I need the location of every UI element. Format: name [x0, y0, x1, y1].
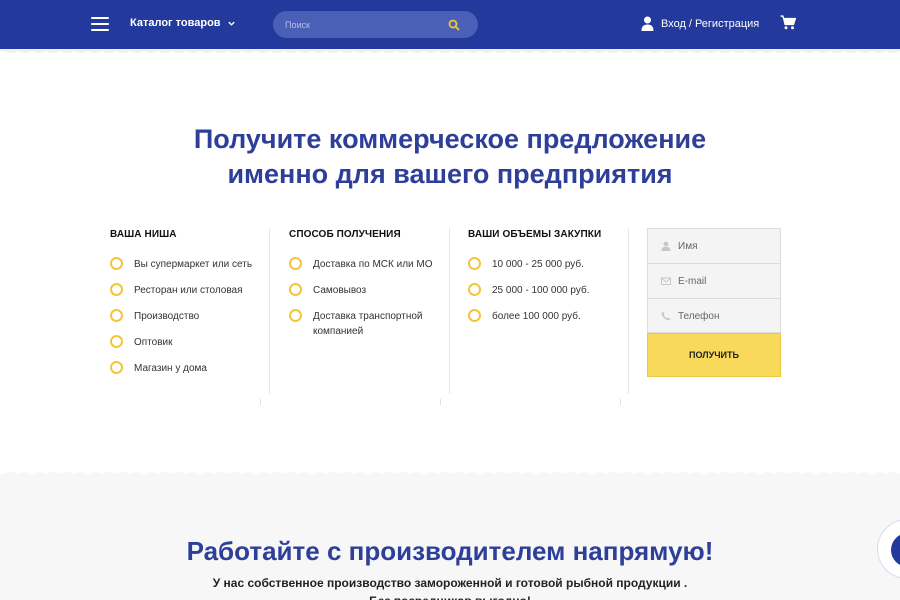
- register-label[interactable]: Регистрация: [695, 18, 759, 30]
- radio-icon[interactable]: [110, 335, 123, 348]
- phone-icon: [891, 533, 900, 567]
- radio-option[interactable]: более 100 000 руб.: [468, 309, 628, 324]
- chevron-down-icon: [227, 21, 235, 26]
- radio-icon[interactable]: [468, 257, 481, 270]
- search-icon[interactable]: [448, 19, 460, 31]
- hamburger-icon[interactable]: [91, 17, 109, 31]
- wave-divider: [0, 472, 900, 477]
- email-input[interactable]: [678, 264, 778, 298]
- radio-option[interactable]: Производство: [110, 309, 270, 324]
- producer-subtitle-2: Без посредников выгодно!: [0, 592, 900, 600]
- phone-input[interactable]: [678, 299, 778, 333]
- option-label: Оптовик: [134, 337, 173, 348]
- radio-icon[interactable]: [110, 361, 123, 374]
- phone-icon: [661, 311, 671, 321]
- login-separator: /: [688, 17, 692, 30]
- option-label: более 100 000 руб.: [492, 311, 581, 322]
- radio-icon[interactable]: [110, 283, 123, 296]
- catalog-menu-button[interactable]: Каталог товаров: [130, 17, 236, 29]
- radio-option[interactable]: Магазин у дома: [110, 361, 270, 376]
- radio-icon[interactable]: [289, 257, 302, 270]
- option-label: Доставка по МСК или МО: [313, 259, 433, 270]
- user-icon: [661, 241, 671, 251]
- name-field-wrap: [647, 228, 781, 263]
- niche-column: Ваша ниша Вы супермаркет или сеть Рестор…: [110, 229, 270, 387]
- delivery-column: Способ получения Доставка по МСК или МО …: [289, 229, 449, 350]
- name-input[interactable]: [678, 229, 778, 263]
- radio-icon[interactable]: [468, 309, 481, 322]
- offer-request-form: Получить: [647, 228, 781, 377]
- login-register-link[interactable]: Вход / Регистрация: [641, 16, 759, 31]
- divider-tick: [620, 399, 621, 405]
- search-box: [273, 11, 478, 38]
- radio-option[interactable]: Вы супермаркет или сеть: [110, 257, 270, 272]
- title-line-2: именно для вашего предприятия: [227, 159, 673, 189]
- column-heading: Ваша ниша: [110, 229, 177, 240]
- option-label: Самовывоз: [313, 285, 367, 296]
- producer-title: Работайте с производителем напрямую!: [186, 536, 714, 566]
- radio-icon[interactable]: [110, 257, 123, 270]
- option-label: Вы супермаркет или сеть: [134, 259, 253, 270]
- user-icon: [641, 16, 654, 31]
- radio-option[interactable]: Доставка по МСК или МО: [289, 257, 449, 272]
- option-label: Доставка транспортной компанией: [313, 311, 423, 337]
- option-label: Магазин у дома: [134, 363, 207, 374]
- column-divider: [449, 228, 450, 394]
- top-header: Каталог товаров Вход / Регистрация: [0, 0, 900, 49]
- radio-option[interactable]: Оптовик: [110, 335, 270, 350]
- column-heading: Ваши объемы закупки: [468, 229, 602, 240]
- cart-icon[interactable]: [780, 15, 796, 30]
- volume-column: Ваши объемы закупки 10 000 - 25 000 руб.…: [468, 229, 628, 335]
- page-title: Получите коммерческое предложение именно…: [0, 122, 900, 192]
- search-input[interactable]: [285, 11, 445, 38]
- radio-option[interactable]: Ресторан или столовая: [110, 283, 270, 298]
- email-field-wrap: [647, 263, 781, 298]
- option-label: 25 000 - 100 000 руб.: [492, 285, 590, 296]
- catalog-label: Каталог товаров: [130, 17, 221, 29]
- phone-field-wrap: [647, 298, 781, 333]
- divider-tick: [440, 399, 441, 405]
- radio-icon[interactable]: [468, 283, 481, 296]
- wave-divider: [0, 49, 900, 53]
- option-label: Производство: [134, 311, 200, 322]
- radio-option[interactable]: Самовывоз: [289, 283, 449, 298]
- column-heading: Способ получения: [289, 229, 401, 240]
- column-divider: [628, 228, 629, 394]
- mail-icon: [661, 277, 671, 285]
- radio-option[interactable]: 10 000 - 25 000 руб.: [468, 257, 628, 272]
- divider-tick: [260, 399, 261, 405]
- radio-icon[interactable]: [289, 283, 302, 296]
- radio-icon[interactable]: [110, 309, 123, 322]
- title-line-1: Получите коммерческое предложение: [193, 124, 707, 154]
- submit-button[interactable]: Получить: [647, 333, 781, 377]
- login-label[interactable]: Вход: [661, 18, 686, 30]
- option-label: Ресторан или столовая: [134, 285, 243, 296]
- radio-option[interactable]: Доставка транспортной компанией: [289, 309, 449, 339]
- producer-subtitle: У нас собственное производство заморожен…: [212, 576, 688, 590]
- radio-icon[interactable]: [289, 309, 302, 322]
- option-label: 10 000 - 25 000 руб.: [492, 259, 584, 270]
- radio-option[interactable]: 25 000 - 100 000 руб.: [468, 283, 628, 298]
